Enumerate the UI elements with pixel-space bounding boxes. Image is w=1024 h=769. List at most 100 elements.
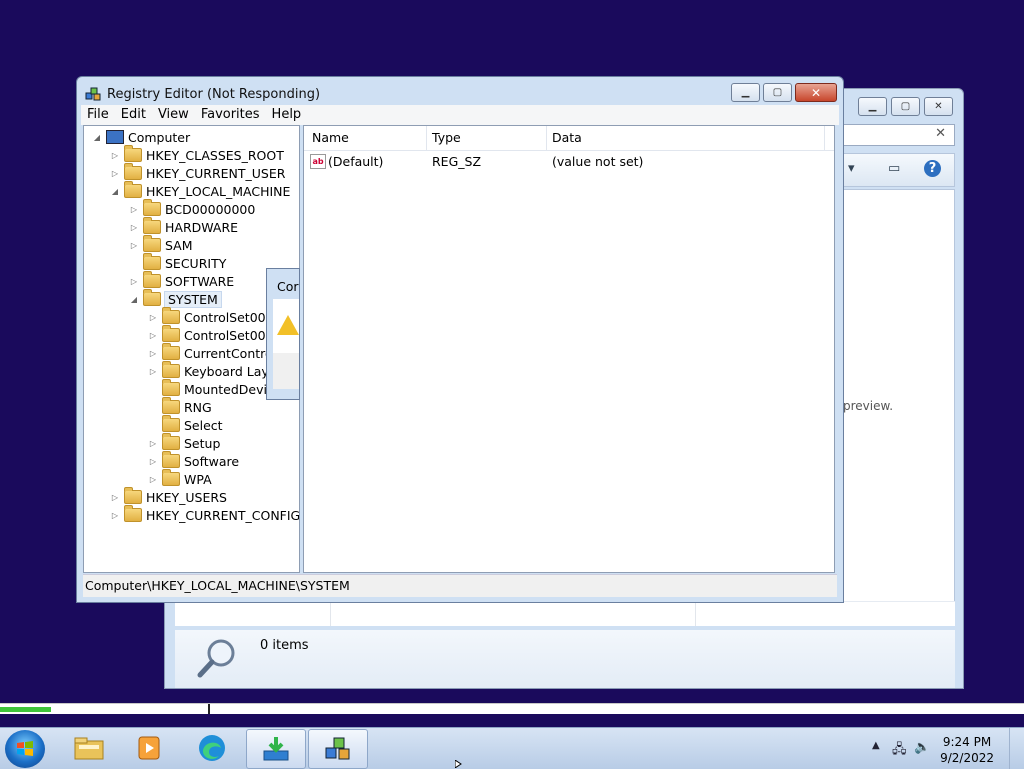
- folder-icon: [162, 433, 180, 450]
- tree-node-mounteddevices[interactable]: MountedDevice: [148, 379, 282, 398]
- taskbar-downloader[interactable]: [246, 729, 306, 769]
- column-header-type[interactable]: Type: [432, 130, 461, 145]
- tree-label: SOFTWARE: [165, 273, 235, 289]
- close-button[interactable]: ✕: [795, 83, 837, 102]
- taskbar-regedit[interactable]: [308, 729, 368, 769]
- registry-editor-window[interactable]: Registry Editor (Not Responding) ▁ ▢ ✕ F…: [76, 76, 844, 603]
- expand-arrow-icon[interactable]: ▷: [129, 241, 139, 250]
- expand-arrow-icon[interactable]: ▷: [110, 493, 120, 502]
- expand-arrow-icon[interactable]: ▷: [148, 313, 158, 322]
- tree-node-wpa[interactable]: ▷ WPA: [148, 469, 212, 488]
- volume-icon[interactable]: 🔈: [914, 740, 930, 755]
- menu-help[interactable]: Help: [266, 105, 308, 125]
- expand-arrow-icon[interactable]: ▷: [148, 439, 158, 448]
- tree-node-hkcc[interactable]: ▷ HKEY_CURRENT_CONFIG: [110, 505, 300, 524]
- expand-arrow-icon[interactable]: ▷: [129, 223, 139, 232]
- view-options-icon[interactable]: ▾: [848, 161, 855, 176]
- start-button[interactable]: [5, 730, 45, 768]
- taskbar-explorer[interactable]: [60, 729, 118, 767]
- folder-icon: [143, 217, 161, 234]
- expand-arrow-icon[interactable]: ▷: [148, 349, 158, 358]
- values-list[interactable]: Name Type Data ab (Default) REG_SZ (valu…: [303, 125, 835, 573]
- folder-icon: [162, 325, 180, 342]
- item-count: 0 items: [260, 638, 309, 653]
- column-header-name[interactable]: Name: [312, 130, 349, 145]
- collapse-arrow-icon[interactable]: ◢: [110, 187, 120, 196]
- expand-arrow-icon[interactable]: ▷: [148, 457, 158, 466]
- show-desktop-button[interactable]: [1009, 728, 1024, 769]
- taskbar-edge[interactable]: [183, 729, 241, 767]
- tree-node-hardware[interactable]: ▷ HARDWARE: [129, 217, 238, 236]
- tree-node-sam[interactable]: ▷ SAM: [129, 235, 193, 254]
- tree-node-computer[interactable]: ◢ Computer: [92, 128, 190, 146]
- title-bar[interactable]: Registry Editor (Not Responding): [85, 84, 320, 104]
- menu-edit[interactable]: Edit: [115, 105, 152, 125]
- expand-arrow-icon[interactable]: ▷: [148, 367, 158, 376]
- column-header-data[interactable]: Data: [552, 130, 582, 145]
- explorer-icon: [74, 737, 104, 760]
- tree-node-controlset001[interactable]: ▷ ControlSet001: [148, 307, 274, 326]
- tree-node-select[interactable]: Select: [148, 415, 223, 434]
- tree-node-setup[interactable]: ▷ Setup: [148, 433, 220, 452]
- expand-arrow-icon[interactable]: ▷: [148, 475, 158, 484]
- show-hidden-icons-icon[interactable]: ▲: [872, 740, 880, 751]
- warning-icon: [277, 315, 299, 335]
- minimize-button[interactable]: ▁: [858, 97, 887, 116]
- computer-icon: [106, 130, 124, 144]
- tree-label: Select: [184, 417, 223, 433]
- folder-icon: [162, 307, 180, 324]
- expand-arrow-icon[interactable]: ▷: [110, 511, 120, 520]
- dialog-footer: [273, 353, 299, 389]
- folder-icon: [143, 253, 161, 270]
- collapse-arrow-icon[interactable]: ◢: [129, 295, 139, 304]
- expand-arrow-icon[interactable]: ▷: [148, 331, 158, 340]
- tree-node-currentcontrol[interactable]: ▷ CurrentControl: [148, 343, 276, 362]
- regedit-icon: [325, 737, 350, 760]
- expand-arrow-icon[interactable]: ▷: [129, 205, 139, 214]
- tree-label: BCD00000000: [165, 201, 256, 217]
- expand-arrow-icon[interactable]: ▷: [110, 169, 120, 178]
- tree-node-system[interactable]: ◢ SYSTEM: [129, 289, 222, 308]
- clock[interactable]: 9:24 PM 9/2/2022: [940, 734, 994, 766]
- menu-favorites[interactable]: Favorites: [195, 105, 266, 125]
- tree-label: HKEY_CURRENT_CONFIG: [146, 507, 300, 523]
- tree-node-bcd[interactable]: ▷ BCD00000000: [129, 199, 256, 218]
- tree-node-security[interactable]: SECURITY: [129, 253, 226, 272]
- tree-node-rng[interactable]: RNG: [148, 397, 212, 416]
- window-title: Registry Editor (Not Responding): [107, 86, 321, 102]
- status-path: Computer\HKEY_LOCAL_MACHINE\SYSTEM: [85, 578, 350, 593]
- tree-node-hku[interactable]: ▷ HKEY_USERS: [110, 487, 227, 506]
- collapse-arrow-icon[interactable]: ◢: [92, 133, 102, 142]
- close-button[interactable]: ✕: [924, 97, 953, 116]
- tree-node-controlset002[interactable]: ▷ ControlSet002: [148, 325, 274, 344]
- value-type: REG_SZ: [432, 154, 482, 169]
- folder-icon: [162, 415, 180, 432]
- menu-view[interactable]: View: [152, 105, 195, 125]
- menu-file[interactable]: File: [81, 105, 115, 125]
- clear-search-icon[interactable]: ✕: [935, 126, 946, 141]
- preview-pane-icon[interactable]: ▭: [888, 161, 900, 176]
- expand-arrow-icon[interactable]: ▷: [129, 277, 139, 286]
- folder-icon: [143, 289, 161, 306]
- maximize-button[interactable]: ▢: [891, 97, 920, 116]
- network-icon[interactable]: 🖧: [892, 740, 907, 762]
- tree-node-hkcu[interactable]: ▷ HKEY_CURRENT_USER: [110, 163, 285, 182]
- maximize-button[interactable]: ▢: [763, 83, 792, 102]
- tree-node-software[interactable]: ▷ SOFTWARE: [129, 271, 235, 290]
- list-header: Name Type Data: [304, 126, 834, 151]
- taskbar-media-player[interactable]: [120, 729, 178, 767]
- minimize-button[interactable]: ▁: [731, 83, 760, 102]
- progress-marker: [208, 704, 210, 714]
- status-bar: Computer\HKEY_LOCAL_MACHINE\SYSTEM: [83, 574, 837, 597]
- tree-label: HKEY_USERS: [146, 489, 227, 505]
- tree-node-keyboard-layout[interactable]: ▷ Keyboard Layou: [148, 361, 284, 380]
- hidden-dialog[interactable]: Cor: [266, 268, 300, 400]
- tree-node-hkcr[interactable]: ▷ HKEY_CLASSES_ROOT: [110, 145, 284, 164]
- tree-node-hklm[interactable]: ◢ HKEY_LOCAL_MACHINE: [110, 181, 290, 200]
- folder-icon: [124, 163, 142, 180]
- table-row[interactable]: ab (Default) REG_SZ (value not set): [304, 152, 834, 170]
- tree-node-software-system[interactable]: ▷ Software: [148, 451, 239, 470]
- help-icon[interactable]: ?: [924, 160, 941, 177]
- expand-arrow-icon[interactable]: ▷: [110, 151, 120, 160]
- menu-bar: File Edit View Favorites Help: [81, 105, 839, 125]
